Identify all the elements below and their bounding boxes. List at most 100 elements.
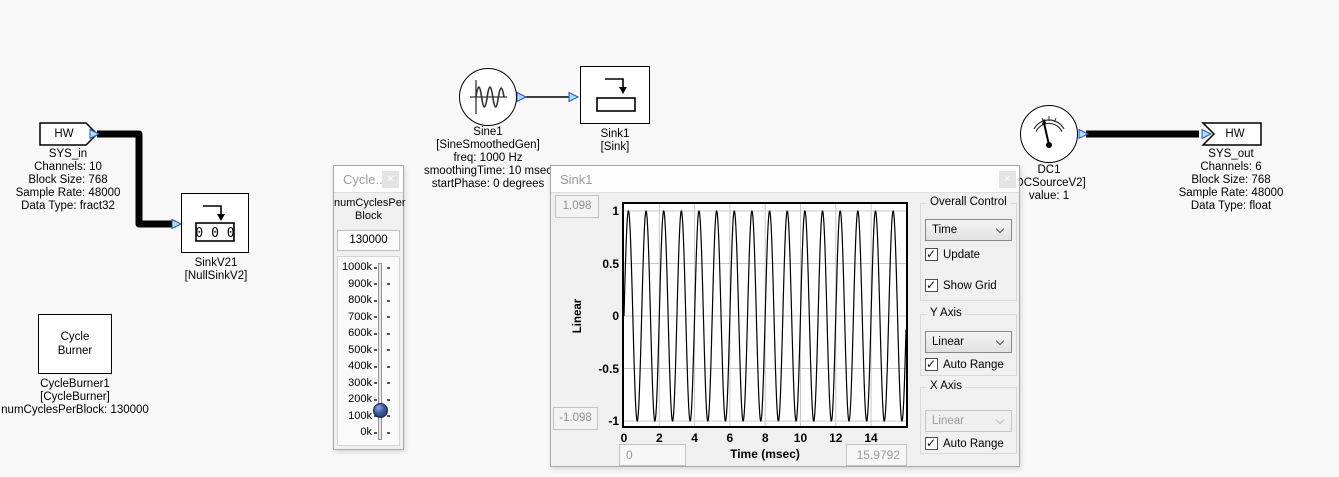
- cycle-burner-box-line1: Cycle: [58, 330, 93, 344]
- y-auto-range-checkbox-row[interactable]: ✓ Auto Range: [925, 358, 1004, 371]
- scope-window-titlebar[interactable]: Sink1 ×: [551, 166, 1019, 193]
- scale-tick-left: [374, 382, 377, 384]
- x-axis-dropdown: Linear: [925, 410, 1012, 432]
- slider-scale-label: 700k: [338, 310, 372, 324]
- slider-scale-row: 0k: [338, 425, 399, 439]
- update-checkbox-label: Update: [943, 249, 980, 261]
- y-axis-group-label: Y Axis: [927, 307, 965, 319]
- x-auto-range-checkbox-row[interactable]: ✓ Auto Range: [925, 437, 1004, 450]
- overall-control-dropdown[interactable]: Time: [925, 219, 1012, 241]
- scale-tick-right: [387, 399, 390, 401]
- sys-out-labels: SYS_out Channels: 6Block Size: 768Sample…: [1161, 148, 1301, 213]
- sinkv21-block[interactable]: 0 0 0: [181, 193, 249, 253]
- y-tick-label: 0.5: [589, 256, 619, 272]
- scale-tick-left: [374, 432, 377, 434]
- cycle-burner-labels: CycleBurner1 [CycleBurner] numCyclesPerB…: [0, 378, 150, 417]
- label-line: Sample Rate: 48000: [1161, 187, 1301, 200]
- sys-out-input-port-icon[interactable]: [1202, 130, 1211, 139]
- sys-in-hw-label: HW: [40, 124, 88, 144]
- close-icon[interactable]: ×: [999, 171, 1016, 188]
- overall-control-group-label: Overall Control: [927, 196, 1010, 208]
- x-end-field[interactable]: 15.9792: [846, 444, 907, 466]
- show-grid-checkbox-label: Show Grid: [943, 280, 997, 292]
- update-checkbox[interactable]: ✓: [925, 248, 938, 261]
- scale-tick-right: [387, 333, 390, 335]
- block-props: numCyclesPerBlock: 130000: [0, 404, 150, 417]
- scale-tick-right: [387, 316, 390, 318]
- x-start-field[interactable]: 0: [619, 444, 686, 466]
- cycle-burner-box-line2: Burner: [58, 344, 93, 358]
- cycle-slider-window[interactable]: Cycle... × numCyclesPer Block 130000 100…: [333, 165, 404, 450]
- label-line: Data Type: fract32: [0, 200, 136, 213]
- sine1-output-port-icon[interactable]: [517, 93, 526, 102]
- scale-tick-right: [387, 283, 390, 285]
- label-line: Sample Rate: 48000: [0, 187, 136, 200]
- slider-scale-row: 500k: [338, 343, 399, 357]
- x-axis-group-label: X Axis: [927, 380, 965, 392]
- scale-tick-right: [387, 267, 390, 269]
- slider-scale-label: 400k: [338, 359, 372, 373]
- scale-tick-left: [374, 316, 377, 318]
- y-auto-range-checkbox[interactable]: ✓: [925, 358, 938, 371]
- slider-scale-row: 900k: [338, 277, 399, 291]
- label-line: smoothingTime: 10 msec: [408, 165, 568, 178]
- dropdown-value: Time: [932, 224, 957, 236]
- sink1-input-port-icon[interactable]: [569, 93, 578, 102]
- show-grid-checkbox[interactable]: ✓: [925, 279, 938, 292]
- block-name: SYS_out: [1161, 148, 1301, 161]
- slider-scale-row: 100k: [338, 409, 399, 423]
- close-icon[interactable]: ×: [382, 171, 399, 188]
- sink1-block-labels: Sink1 [Sink]: [555, 128, 675, 154]
- scale-tick-left: [374, 267, 377, 269]
- update-checkbox-row[interactable]: ✓ Update: [925, 248, 980, 261]
- sink1-block[interactable]: [580, 66, 650, 124]
- x-tick-label: 6: [717, 431, 743, 445]
- cycle-window-titlebar[interactable]: Cycle... ×: [334, 166, 403, 193]
- slider-value-field[interactable]: 130000: [337, 230, 400, 251]
- null-sink-digits: 0 0 0: [195, 226, 234, 241]
- block-name: Sink1: [555, 128, 675, 141]
- label-line: numCyclesPerBlock: 130000: [0, 404, 150, 417]
- x-tick-label: 0: [611, 431, 637, 445]
- scale-tick-right: [387, 349, 390, 351]
- scale-tick-right: [387, 366, 390, 368]
- dropdown-value: Linear: [932, 336, 964, 348]
- scope-plot[interactable]: [622, 202, 908, 428]
- slider-scale-row: 800k: [338, 293, 399, 307]
- x-auto-range-checkbox[interactable]: ✓: [925, 437, 938, 450]
- cycle-window-title: Cycle...: [343, 172, 386, 187]
- y-axis-dropdown[interactable]: Linear: [925, 331, 1012, 353]
- block-type: [Sink]: [555, 141, 675, 154]
- show-grid-checkbox-row[interactable]: ✓ Show Grid: [925, 279, 997, 292]
- scale-tick-left: [374, 349, 377, 351]
- sink-icon: [589, 73, 641, 117]
- slider-scale-row: 1000k: [338, 260, 399, 274]
- scope-window-title: Sink1: [560, 172, 593, 187]
- sinkv21-input-port-icon[interactable]: [172, 220, 181, 229]
- check-icon: ✓: [926, 436, 936, 450]
- slider-scale-row: 400k: [338, 359, 399, 373]
- slider-scale-label: 300k: [338, 376, 372, 390]
- block-name: CycleBurner1: [0, 378, 150, 391]
- cycle-burner-block[interactable]: Cycle Burner: [38, 314, 112, 374]
- y-axis-name-label: Linear: [571, 286, 585, 346]
- slider-thumb[interactable]: [373, 403, 388, 418]
- label-line: Channels: 6: [1161, 161, 1301, 174]
- slider-scale-label: 500k: [338, 343, 372, 357]
- sink1-scope-window[interactable]: Sink1 × 1.098 -1.098 Linear 10.50-0.5-1 …: [550, 165, 1020, 467]
- sine1-block[interactable]: [459, 68, 517, 126]
- chevron-down-icon: [996, 416, 1004, 424]
- slider-scale: 1000k900k800k700k600k500k400k300k200k100…: [338, 257, 399, 445]
- chevron-down-icon: [996, 225, 1004, 233]
- scale-tick-right: [387, 300, 390, 302]
- sine-waveform-plot: [624, 204, 906, 426]
- block-props: Channels: 10Block Size: 768Sample Rate: …: [0, 161, 136, 213]
- y-tick-label: -1: [589, 413, 619, 429]
- x-tick-label: 14: [858, 431, 884, 445]
- dc1-block[interactable]: [1020, 105, 1078, 163]
- label-line: startPhase: 0 degrees: [408, 178, 568, 191]
- x-tick-label: 8: [752, 431, 778, 445]
- block-type: [CycleBurner]: [0, 391, 150, 404]
- slider-scale-label: 0k: [338, 425, 372, 439]
- diagram-canvas: HW HW SYS_in Channels: 10Block Size: 768…: [0, 0, 1339, 477]
